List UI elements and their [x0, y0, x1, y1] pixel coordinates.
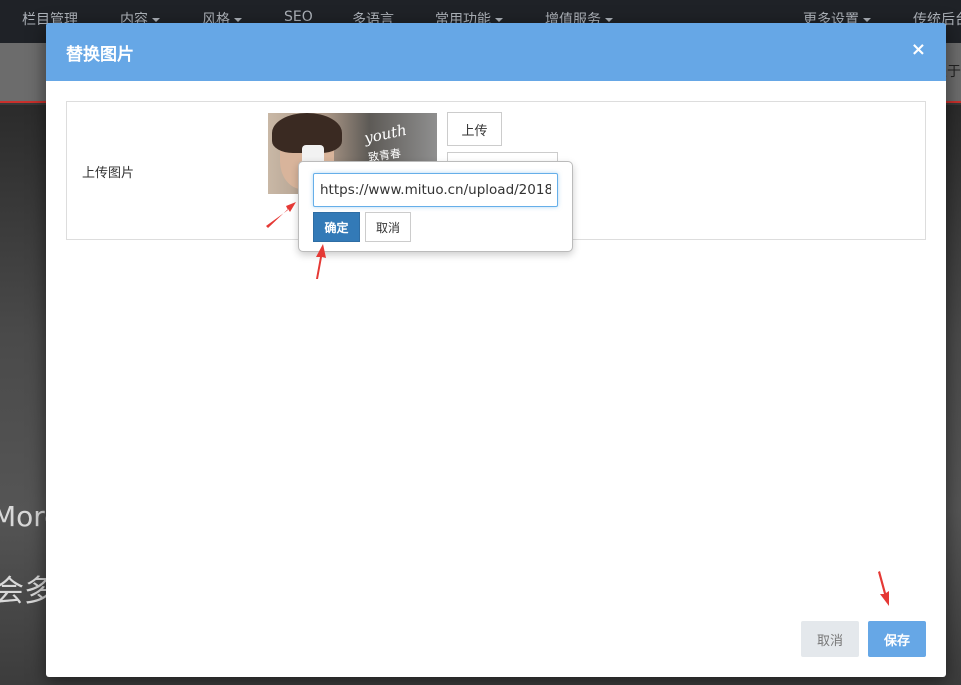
caret-down-icon	[605, 18, 613, 22]
annotation-arrow-icon	[266, 202, 296, 228]
save-button[interactable]: 保存	[868, 621, 926, 657]
popover-cancel-button[interactable]: 取消	[365, 212, 411, 242]
caret-down-icon	[863, 18, 871, 22]
replace-image-modal: 替换图片 × 上传图片 youth 致青春 上传 取消 保存	[46, 23, 946, 677]
caret-down-icon	[152, 18, 160, 22]
cancel-button[interactable]: 取消	[801, 621, 859, 657]
upload-button[interactable]: 上传	[447, 112, 502, 146]
close-icon[interactable]: ×	[911, 39, 926, 60]
upload-image-label: 上传图片	[82, 166, 135, 181]
thumbnail-text: youth	[362, 120, 409, 148]
modal-header: 替换图片 ×	[46, 23, 946, 81]
caret-down-icon	[495, 18, 503, 22]
annotation-arrow-icon	[316, 244, 326, 279]
annotation-arrow-icon	[878, 571, 889, 606]
image-url-input[interactable]	[313, 173, 558, 207]
confirm-button[interactable]: 确定	[313, 212, 360, 242]
url-popover: 确定 取消	[298, 161, 573, 252]
modal-title: 替换图片	[66, 45, 134, 65]
caret-down-icon	[234, 18, 242, 22]
